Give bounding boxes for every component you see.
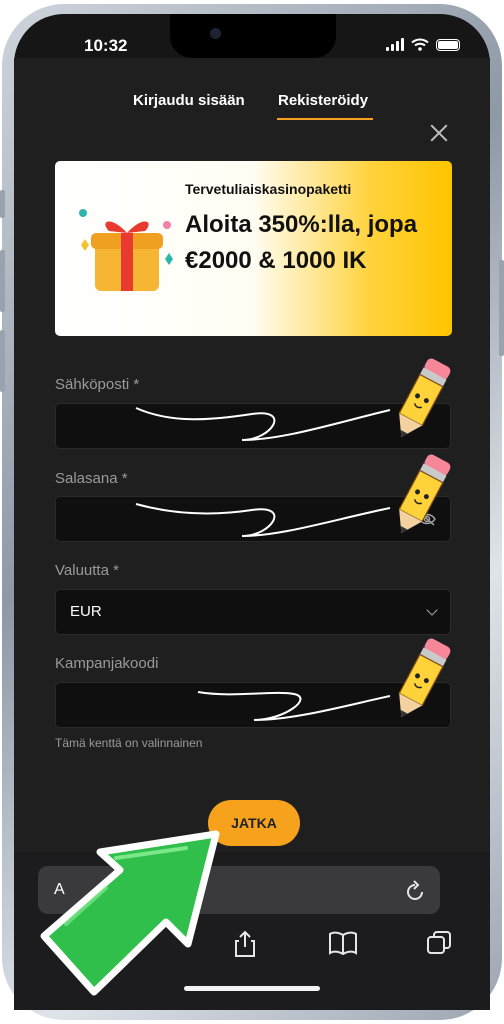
password-label: Salasana * — [55, 470, 128, 487]
bookmarks-icon[interactable] — [328, 930, 358, 956]
address-text: A — [54, 881, 65, 898]
currency-label: Valuutta * — [55, 562, 119, 579]
email-label: Sähköposti * — [55, 376, 140, 393]
mute-switch — [0, 190, 5, 218]
tab-login[interactable]: Kirjaudu sisään — [133, 92, 245, 109]
volume-up-button — [0, 250, 5, 312]
currency-select[interactable]: EUR — [55, 589, 451, 635]
tab-register-label: Rekisteröidy — [278, 92, 369, 109]
power-button — [499, 260, 504, 356]
eye-off-icon[interactable] — [418, 512, 436, 526]
welcome-bonus-banner: Tervetuliaiskasinopaketti Aloita 350%:ll… — [55, 161, 452, 336]
auth-tabs: Kirjaudu sisään Rekisteröidy — [14, 92, 490, 122]
chevron-down-icon — [426, 604, 438, 616]
address-bar[interactable]: A — [38, 866, 440, 914]
tab-register[interactable]: Rekisteröidy — [277, 92, 373, 120]
close-icon[interactable] — [428, 122, 450, 144]
signal-icon — [386, 38, 404, 51]
browser-toolbar: A — [14, 852, 490, 1010]
currency-value: EUR — [70, 603, 102, 620]
status-time: 10:32 — [84, 36, 128, 55]
promo-code-hint: Tämä kenttä on valinnainen — [55, 736, 203, 750]
camera — [210, 28, 221, 39]
promo-code-label: Kampanjakoodi — [55, 655, 159, 672]
banner-headline: Aloita 350%:lla, jopa €2000 & 1000 IK — [185, 211, 418, 274]
banner-subtitle: Tervetuliaiskasinopaketti — [185, 181, 352, 197]
volume-down-button — [0, 330, 5, 392]
battery-icon — [436, 38, 460, 51]
promo-code-field[interactable] — [55, 682, 451, 728]
share-icon[interactable] — [234, 930, 256, 958]
reload-icon[interactable] — [404, 878, 426, 902]
password-field[interactable] — [55, 496, 451, 542]
email-field[interactable] — [55, 403, 451, 449]
gift-icon — [79, 209, 173, 291]
status-icons — [386, 38, 460, 51]
tabs-icon[interactable] — [426, 930, 452, 956]
active-tab-indicator — [277, 118, 373, 120]
continue-button[interactable]: JATKA — [208, 800, 300, 846]
registration-modal: Kirjaudu sisään Rekisteröidy Tervetuliai… — [14, 58, 490, 852]
wifi-icon — [411, 38, 429, 51]
notch — [170, 14, 336, 58]
home-indicator — [184, 986, 320, 991]
